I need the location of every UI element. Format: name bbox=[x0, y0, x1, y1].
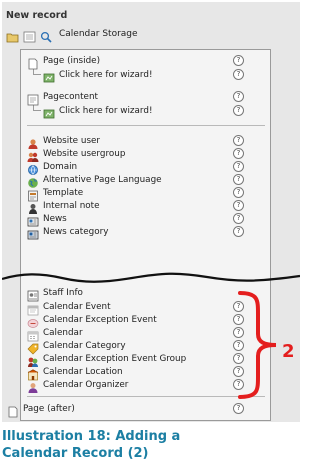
record-domain[interactable]: Domain ? bbox=[27, 160, 244, 175]
record-label: Calendar Category bbox=[43, 341, 126, 351]
record-calendar-location[interactable]: Calendar Location ? bbox=[27, 365, 244, 381]
help-icon[interactable]: ? bbox=[233, 213, 244, 224]
help-icon[interactable]: ? bbox=[233, 161, 244, 172]
folder-icon[interactable] bbox=[6, 28, 19, 43]
storage-folder-label[interactable]: Calendar Storage bbox=[59, 29, 138, 39]
help-icon[interactable]: ? bbox=[233, 200, 244, 211]
record-label: Calendar Exception Event bbox=[43, 315, 157, 325]
calendar-exception-event-icon bbox=[27, 314, 39, 328]
record-calendar-exception-event[interactable]: Calendar Exception Event ? bbox=[27, 313, 244, 328]
record-page-after[interactable]: Page (after) ? bbox=[7, 402, 244, 418]
help-icon[interactable]: ? bbox=[233, 105, 244, 116]
record-alternative-page-language[interactable]: Alternative Page Language ? bbox=[27, 173, 244, 188]
record-pagecontent[interactable]: Pagecontent ? bbox=[27, 90, 244, 106]
record-label: Calendar bbox=[43, 328, 83, 338]
record-label: Page (after) bbox=[23, 404, 75, 414]
help-icon[interactable]: ? bbox=[233, 148, 244, 159]
tree-connector bbox=[33, 110, 41, 111]
divider bbox=[27, 396, 265, 397]
record-news[interactable]: News ? bbox=[27, 212, 244, 227]
record-label: Template bbox=[43, 188, 84, 198]
record-type-list: Page (inside) ? Click here for wizard! ?… bbox=[8, 49, 271, 421]
record-calendar-exception-event-group[interactable]: Calendar Exception Event Group ? bbox=[27, 352, 244, 367]
calendar-location-icon bbox=[27, 366, 39, 381]
user-icon bbox=[27, 135, 39, 149]
help-icon[interactable]: ? bbox=[233, 187, 244, 198]
globe-icon bbox=[27, 161, 39, 175]
record-label: Calendar Exception Event Group bbox=[43, 354, 187, 364]
record-calendar-category[interactable]: Calendar Category ? bbox=[27, 339, 244, 355]
cut-mark bbox=[2, 272, 300, 283]
record-calendar-organizer[interactable]: Calendar Organizer ? bbox=[27, 378, 244, 393]
calendar-icon bbox=[27, 327, 39, 342]
news-icon bbox=[27, 213, 39, 227]
record-label: Website usergroup bbox=[43, 149, 126, 159]
wizard-icon bbox=[43, 105, 55, 119]
search-icon[interactable] bbox=[40, 28, 53, 43]
help-icon[interactable]: ? bbox=[233, 403, 244, 414]
record-label: Pagecontent bbox=[43, 92, 98, 102]
record-template[interactable]: Template ? bbox=[27, 186, 244, 202]
record-label: Domain bbox=[43, 162, 78, 172]
pagecontent-icon bbox=[27, 91, 39, 106]
record-staff-info[interactable]: Staff Info bbox=[27, 286, 83, 302]
panel-title: New record bbox=[6, 10, 68, 21]
record-label: Website user bbox=[43, 136, 101, 146]
record-label: News bbox=[43, 214, 67, 224]
usergroup-icon bbox=[27, 148, 39, 162]
record-label: Alternative Page Language bbox=[43, 175, 162, 185]
wizard-icon bbox=[43, 69, 55, 83]
calendar-exception-group-icon bbox=[27, 353, 39, 367]
annotation-number: 2 bbox=[282, 341, 295, 362]
help-icon[interactable]: ? bbox=[233, 91, 244, 102]
help-icon[interactable]: ? bbox=[233, 55, 244, 66]
record-label: News category bbox=[43, 227, 109, 237]
record-label: Calendar Organizer bbox=[43, 380, 129, 390]
help-icon[interactable]: ? bbox=[233, 135, 244, 146]
staff-info-icon bbox=[27, 287, 39, 302]
toolbar: Calendar Storage bbox=[6, 26, 138, 43]
tree-connector bbox=[33, 74, 41, 75]
record-pagecontent-wizard[interactable]: Click here for wizard! ? bbox=[43, 104, 244, 119]
figure-caption: Illustration 18: Adding a Calendar Recor… bbox=[2, 428, 298, 462]
page-icon bbox=[7, 403, 19, 418]
record-website-user[interactable]: Website user ? bbox=[27, 134, 244, 149]
record-page-wizard[interactable]: Click here for wizard! ? bbox=[43, 68, 244, 83]
calendar-organizer-icon bbox=[27, 379, 39, 393]
record-label: Click here for wizard! bbox=[59, 106, 153, 116]
record-website-usergroup[interactable]: Website usergroup ? bbox=[27, 147, 244, 162]
record-label: Click here for wizard! bbox=[59, 70, 153, 80]
caption-line-1: Illustration 18: Adding a bbox=[2, 429, 181, 444]
record-label: Page (inside) bbox=[43, 56, 100, 66]
annotation-brace bbox=[238, 291, 277, 399]
page-icon bbox=[27, 55, 39, 70]
calendar-category-icon bbox=[27, 340, 39, 355]
record-calendar-event[interactable]: Calendar Event ? bbox=[27, 300, 244, 316]
note-icon bbox=[27, 200, 39, 214]
help-icon[interactable]: ? bbox=[233, 174, 244, 185]
list-icon[interactable] bbox=[23, 28, 36, 43]
record-label: Calendar Event bbox=[43, 302, 111, 312]
record-label: Calendar Location bbox=[43, 367, 123, 377]
record-label: Internal note bbox=[43, 201, 100, 211]
record-internal-note[interactable]: Internal note ? bbox=[27, 199, 244, 214]
help-icon[interactable]: ? bbox=[233, 69, 244, 80]
caption-line-2: Calendar Record (2) bbox=[2, 446, 149, 461]
help-icon[interactable]: ? bbox=[233, 226, 244, 237]
language-icon bbox=[27, 174, 39, 188]
template-icon bbox=[27, 187, 39, 202]
news-category-icon bbox=[27, 226, 39, 240]
record-label: Staff Info bbox=[43, 288, 83, 298]
divider bbox=[27, 125, 265, 126]
record-news-category[interactable]: News category ? bbox=[27, 225, 244, 240]
record-page-inside[interactable]: Page (inside) ? bbox=[27, 54, 244, 70]
record-calendar[interactable]: Calendar ? bbox=[27, 326, 244, 342]
calendar-event-icon bbox=[27, 301, 39, 316]
